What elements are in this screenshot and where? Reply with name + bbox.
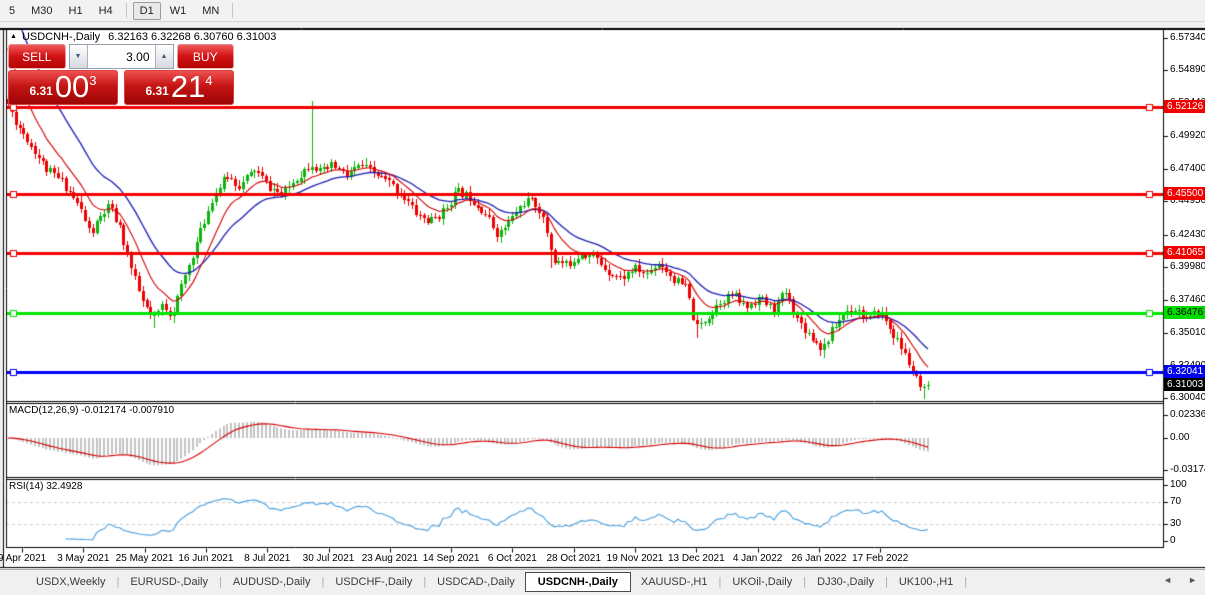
price-axis-tick: 6.30040 [1170,392,1205,404]
date-axis-label: 4 Jan 2022 [732,553,783,564]
sell-price-pip: 3 [89,73,97,88]
tab-usdx-weekly[interactable]: USDX,Weekly [26,573,115,591]
tab-separator: | [218,575,222,588]
volume-input[interactable] [87,45,155,68]
tab-dj30-daily[interactable]: DJ30-,Daily [807,573,884,591]
toolbar-separator [232,3,234,18]
date-axis-label: 3 May 2021 [57,553,110,564]
chevron-down-icon: ▼ [74,53,82,60]
volume-control: ▼ ▲ [68,44,174,69]
price-axis-tick: 6.35010 [1170,326,1205,338]
one-click-trading-panel: SELL ▼ ▲ BUY 6.31 00 3 6.31 21 4 [8,44,234,105]
date-axis-label: 25 May 2021 [115,553,174,564]
date-axis-label: 28 Oct 2021 [546,553,601,564]
price-badge: 6.31003 [1164,378,1205,392]
chart-tab-bar: USDX,Weekly | EURUSD-,Daily | AUDUSD-,Daily |… [0,569,1205,593]
date-axis-label: 19 Nov 2021 [606,553,664,564]
timeframe-button-H4[interactable]: H4 [92,2,120,20]
toolbar-separator [125,3,127,18]
date-axis-label: 16 Jun 2021 [178,553,234,564]
tab-separator: | [321,575,325,588]
macd-axis-tick: 0.00 [1170,432,1190,443]
mt4-terminal: { "toolbar": { "items": ["5", "M30", "H1… [0,0,1205,595]
tab-separator: | [423,575,427,588]
tab-scroll-arrows: ◄ ► [1163,575,1197,585]
tab-separator: | [803,575,807,588]
timeframe-button-M30[interactable]: M30 [24,2,59,20]
tab-eurusd-daily[interactable]: EURUSD-,Daily [120,573,218,591]
date-axis-label: 30 Jul 2021 [302,553,355,564]
date-axis-label: 9 Apr 2021 [0,553,47,564]
buy-price-pip: 4 [205,73,213,88]
timeframe-button-5[interactable]: 5 [2,2,22,20]
tab-separator: | [718,575,722,588]
tab-ukoil-daily[interactable]: UKOil-,Daily [722,573,802,591]
rsi-indicator-label: RSI(14) 32.4928 [9,481,83,492]
rsi-axis-tick: 0 [1170,535,1176,546]
price-badge: 6.52126 [1164,99,1205,113]
tab-usdcad-daily[interactable]: USDCAD-,Daily [427,573,525,591]
date-axis-label: 6 Oct 2021 [487,553,537,564]
tab-separator: | [964,575,968,588]
price-badge: 6.45500 [1164,187,1205,201]
buy-price-main: 21 [170,69,206,104]
chart-ohlc-values: 6.32163 6.32268 6.30760 6.31003 [108,31,277,43]
price-axis-tick: 6.49920 [1170,129,1205,141]
sell-price-panel[interactable]: 6.31 00 3 [8,70,118,105]
price-badge: 6.36476 [1164,306,1205,320]
tab-usdcnh-daily[interactable]: USDCNH-,Daily [524,571,631,592]
price-badge: 6.41065 [1164,245,1205,259]
timeframe-button-D1[interactable]: D1 [132,1,161,20]
rsi-axis-tick: 100 [1170,479,1187,490]
chart-symbol-label: USDCNH-,Daily [21,31,101,43]
date-axis-label: 23 Aug 2021 [361,553,418,564]
buy-price-panel[interactable]: 6.31 21 4 [124,70,234,105]
timeframe-button-MN[interactable]: MN [195,2,226,20]
tab-separator: | [884,575,888,588]
date-axis-label: 17 Feb 2022 [852,553,909,564]
sell-button[interactable]: SELL [8,44,66,69]
price-badge: 6.32041 [1164,364,1205,378]
price-axis-tick: 6.42430 [1170,228,1205,240]
date-axis-label: 26 Jan 2022 [791,553,847,564]
price-axis-tick: 6.57340 [1170,32,1205,43]
date-axis-label: 13 Dec 2021 [667,553,725,564]
timeframe-toolbar: 5 M30 H1 H4 D1 W1 MN [0,0,1205,22]
tab-scroll-left-icon[interactable]: ◄ [1163,575,1172,585]
tab-separator: | [116,575,120,588]
timeframe-button-H1[interactable]: H1 [62,2,90,20]
price-axis-tick: 6.37460 [1170,294,1205,306]
tab-uk100-h1[interactable]: UK100-,H1 [889,573,963,591]
macd-axis-tick: -0.03174 [1170,463,1205,475]
macd-indicator-label: MACD(12,26,9) -0.012174 -0.007910 [9,405,175,416]
date-axis-label: 14 Sep 2021 [422,553,480,564]
chart-header: ▲ USDCNH-,Daily 6.32163 6.32268 6.30760 6.… [10,31,276,43]
macd-axis-tick: 0.023365 [1170,408,1205,420]
price-axis-tick: 6.47400 [1170,163,1205,175]
tab-usdchf-daily[interactable]: USDCHF-,Daily [325,573,422,591]
buy-button[interactable]: BUY [176,44,234,69]
tab-audusd-daily[interactable]: AUDUSD-,Daily [223,573,321,591]
tab-scroll-right-icon[interactable]: ► [1188,575,1197,585]
timeframe-button-W1[interactable]: W1 [163,2,194,20]
price-axis-tick: 6.54890 [1170,64,1205,76]
collapse-panel-icon[interactable]: ▲ [10,33,17,40]
rsi-axis-tick: 70 [1170,495,1182,507]
chevron-up-icon: ▲ [160,53,168,60]
sell-price-main: 00 [54,69,90,104]
rsi-axis-tick: 30 [1170,518,1182,530]
volume-decrease-button[interactable]: ▼ [69,45,88,68]
date-axis-label: 8 Jul 2021 [244,553,291,564]
buy-price-prefix: 6.31 [145,84,169,98]
sell-price-prefix: 6.31 [29,84,53,98]
price-axis-tick: 6.39980 [1170,261,1205,273]
tab-xauusd-h1[interactable]: XAUUSD-,H1 [631,573,718,591]
volume-increase-button[interactable]: ▲ [154,45,173,68]
